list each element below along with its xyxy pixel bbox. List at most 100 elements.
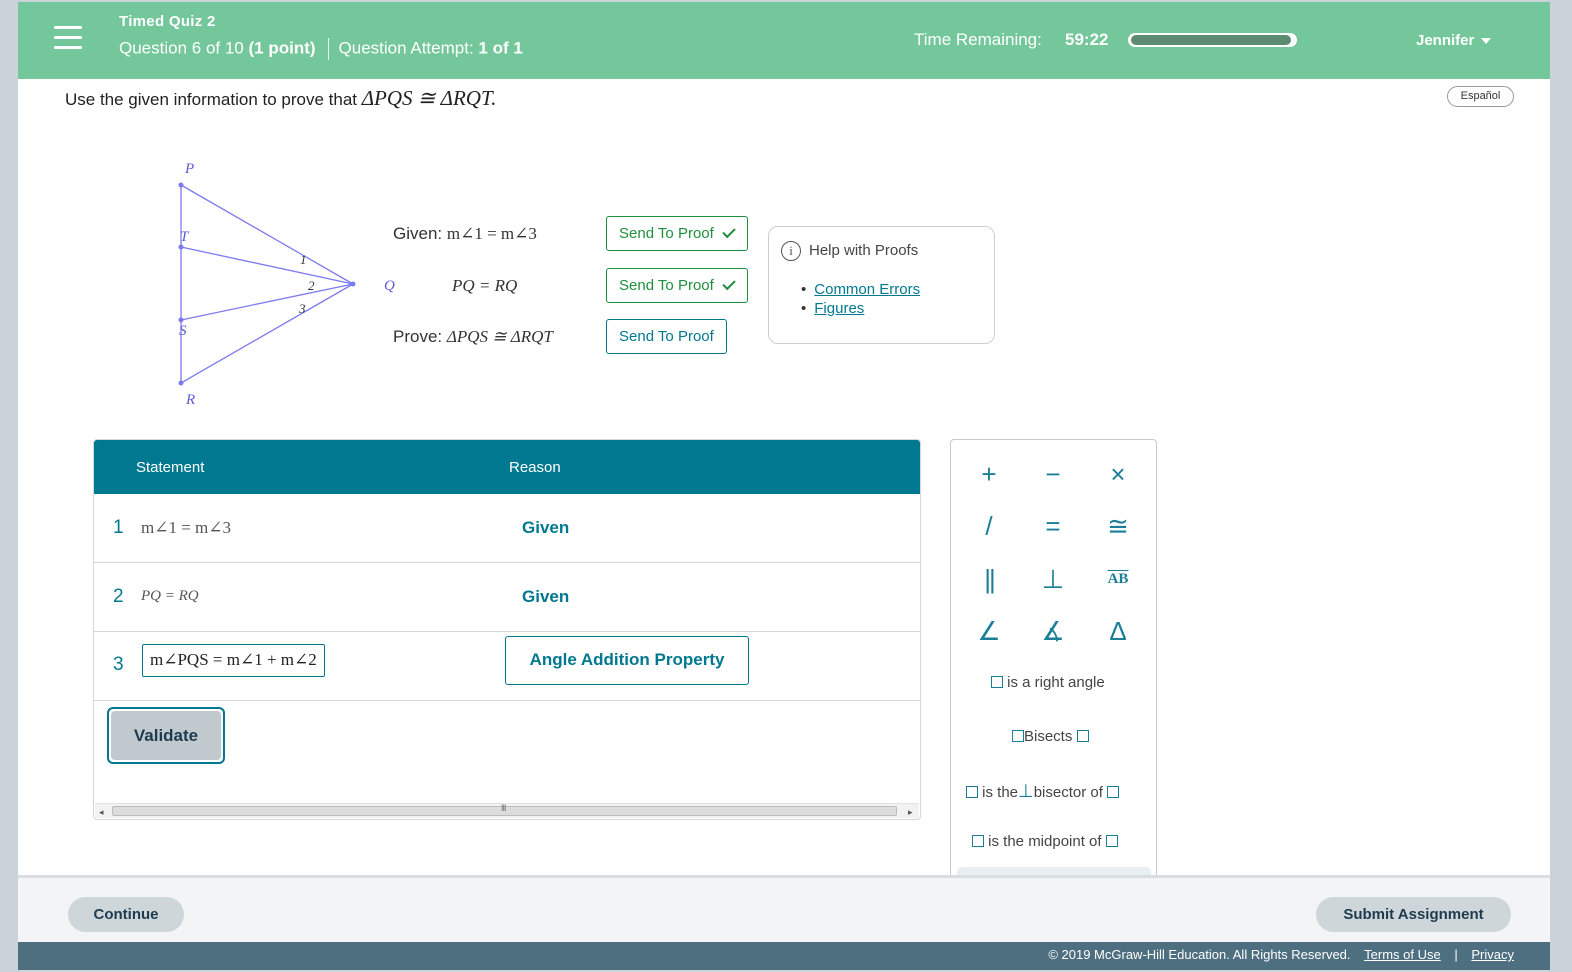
send-label: Send To Proof	[619, 328, 714, 345]
perp-bisector-text-post: bisector of	[1033, 784, 1103, 801]
row-number: 2	[113, 586, 124, 607]
divide-symbol-button[interactable]: /	[969, 508, 1009, 544]
label-p: P	[184, 161, 194, 177]
placeholder-box-icon	[1076, 730, 1089, 742]
triangle-symbol-button[interactable]: Δ	[1098, 613, 1138, 649]
times-symbol-button[interactable]: ×	[1098, 456, 1138, 492]
user-name: Jennifer	[1416, 32, 1475, 49]
reason-header: Reason	[509, 459, 561, 476]
send-to-proof-button-given2[interactable]: Send To Proof	[606, 268, 748, 303]
minus-symbol-button[interactable]: −	[1033, 456, 1073, 492]
row-number: 1	[113, 517, 124, 538]
table-row: 2 PQ = RQ Given	[94, 563, 920, 632]
placeholder-box-icon	[972, 835, 984, 847]
parallel-symbol-button[interactable]: ||	[969, 561, 1009, 597]
equals-symbol-button[interactable]: =	[1033, 508, 1073, 544]
bisects-template[interactable]: Bisects	[1012, 728, 1089, 745]
copyright-bar: © 2019 McGraw-Hill Education. All Rights…	[18, 942, 1550, 970]
send-to-proof-button-prove[interactable]: Send To Proof	[606, 319, 727, 354]
midpoint-text: is the midpoint of	[988, 833, 1102, 850]
given-statement-2: PQ = RQ	[452, 276, 518, 295]
link-common-errors[interactable]: Common Errors	[814, 281, 920, 298]
perpendicular-symbol-button[interactable]: ⊥	[1033, 561, 1073, 597]
attempt-label: Question Attempt:	[338, 38, 474, 58]
send-label: Send To Proof	[619, 277, 714, 294]
point-q	[350, 281, 356, 287]
point-p	[178, 182, 184, 188]
time-progress-bar	[1128, 33, 1297, 47]
prove-row: Prove: ΔPQS ≅ ΔRQT	[393, 327, 553, 347]
app-frame: Timed Quiz 2 Question 6 of 10 (1 point) Q…	[18, 2, 1550, 970]
proof-table-header: Statement Reason	[94, 440, 920, 494]
plus-symbol-button[interactable]: +	[969, 456, 1009, 492]
continue-button[interactable]: Continue	[68, 897, 184, 932]
row-number: 3	[113, 654, 124, 675]
triangle-figure: P T S R Q 1 2 3	[178, 161, 395, 408]
angle-label-3: 3	[298, 301, 306, 316]
bisects-text: Bisects	[1024, 728, 1073, 745]
caret-down-icon	[1481, 38, 1492, 45]
placeholder-box-icon	[966, 786, 978, 798]
right-angle-template[interactable]: is a right angle	[991, 674, 1105, 691]
row-statement[interactable]: PQ = RQ	[141, 588, 199, 605]
right-angle-text: is a right angle	[1007, 674, 1105, 691]
measured-angle-symbol-button[interactable]: ∡	[1033, 613, 1073, 649]
time-remaining-value: 59:22	[1065, 30, 1109, 49]
statement-input[interactable]: m∠PQS = m∠1 + m∠2	[142, 644, 325, 677]
scroll-right-icon[interactable]: ▸	[908, 807, 913, 818]
hamburger-menu-icon[interactable]	[54, 26, 82, 50]
congruent-symbol-button[interactable]: ≅	[1098, 508, 1138, 544]
segment-symbol-button[interactable]: AB	[1098, 561, 1138, 597]
link-figures[interactable]: Figures	[814, 300, 920, 317]
row-statement[interactable]: m∠1 = m∠3	[141, 518, 231, 538]
placeholder-box-icon	[1105, 835, 1118, 847]
table-row: 3 m∠PQS = m∠1 + m∠2 Angle Addition Prope…	[94, 632, 920, 701]
horizontal-scrollbar[interactable]: ◂ III ▸	[95, 803, 919, 818]
row-reason[interactable]: Given	[522, 518, 569, 538]
check-icon	[722, 224, 736, 239]
user-menu[interactable]: Jennifer	[1416, 32, 1492, 49]
scrollbar-grip-icon: III	[501, 803, 506, 813]
help-title: Help with Proofs	[809, 242, 919, 259]
attempt-value: 1 of 1	[478, 38, 523, 58]
angle-symbol-button[interactable]: ∠	[969, 613, 1009, 649]
prove-label: Prove:	[393, 327, 443, 346]
placeholder-box-icon	[991, 676, 1003, 688]
row-reason[interactable]: Given	[522, 587, 569, 607]
perpendicular-icon: ⊥	[1018, 781, 1034, 801]
terms-of-use-link[interactable]: Terms of Use	[1364, 947, 1441, 962]
question-info: Question 6 of 10 (1 point) Question Attem…	[119, 38, 523, 60]
time-progress-fill	[1131, 35, 1291, 45]
scroll-left-icon[interactable]: ◂	[99, 807, 104, 818]
table-row: 1 m∠1 = m∠3 Given	[94, 494, 920, 563]
statement-header: Statement	[136, 459, 205, 476]
question-position: Question 6 of 10	[119, 38, 244, 58]
validate-label: Validate	[111, 711, 221, 760]
header-bar: Timed Quiz 2 Question 6 of 10 (1 point) Q…	[18, 2, 1550, 79]
segment-pq	[180, 184, 354, 285]
perp-bisector-text-pre: is the	[982, 784, 1019, 801]
espanol-button[interactable]: Español	[1447, 86, 1514, 107]
label-t: T	[180, 229, 190, 245]
send-label: Send To Proof	[619, 225, 714, 242]
validate-button[interactable]: Validate	[107, 707, 225, 764]
given-statement-1: m∠1 = m∠3	[446, 224, 537, 243]
angle-label-1: 1	[300, 252, 307, 267]
privacy-link[interactable]: Privacy	[1471, 947, 1514, 962]
point-s	[178, 317, 184, 323]
question-prompt: Use the given information to prove that …	[65, 86, 496, 111]
time-remaining-label: Time Remaining:	[914, 30, 1042, 49]
info-icon: i	[781, 241, 801, 261]
question-points: (1 point)	[248, 38, 316, 58]
prompt-math: ΔPQS ≅ ΔRQT.	[361, 86, 497, 110]
help-with-proofs-panel: i Help with Proofs Common Errors Figures	[768, 226, 995, 344]
perpendicular-bisector-template[interactable]: is the⊥bisector of	[966, 781, 1120, 802]
given-row-2: PQ = RQ	[452, 276, 517, 296]
midpoint-template[interactable]: is the midpoint of	[972, 833, 1118, 850]
copyright-text: © 2019 McGraw-Hill Education. All Rights…	[1048, 947, 1351, 962]
send-to-proof-button-given1[interactable]: Send To Proof	[606, 216, 748, 251]
footer-divider: |	[1454, 947, 1458, 962]
reason-selector[interactable]: Angle Addition Property	[505, 636, 749, 685]
label-q: Q	[384, 278, 395, 294]
submit-assignment-button[interactable]: Submit Assignment	[1316, 897, 1511, 932]
